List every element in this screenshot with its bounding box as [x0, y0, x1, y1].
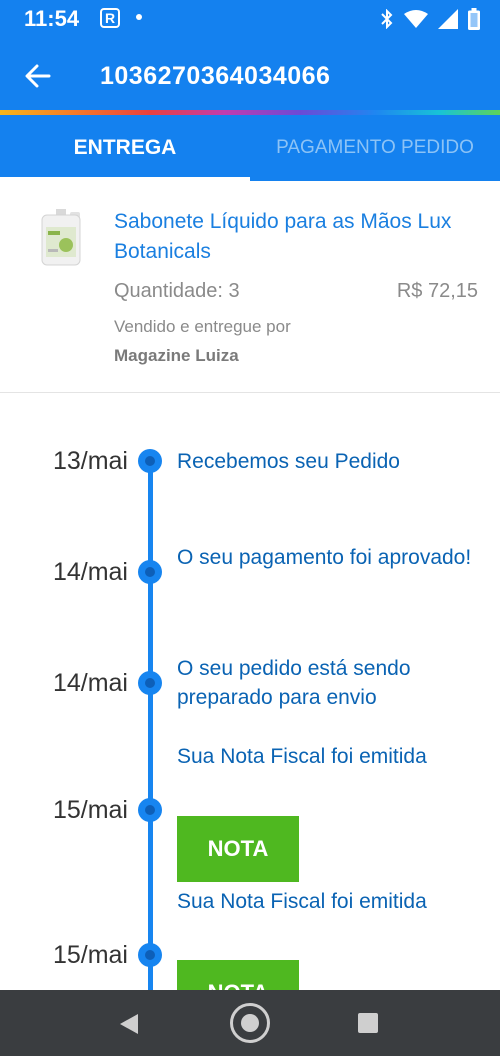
tab-entrega[interactable]: ENTREGA	[0, 115, 250, 181]
signal-icon	[438, 9, 458, 29]
product-thumbnail	[41, 209, 81, 266]
status-time: 11:54	[24, 6, 80, 31]
back-arrow-icon	[25, 64, 51, 88]
notification-dot-icon	[136, 14, 142, 20]
event-date: 15/mai	[52, 796, 128, 824]
product-name[interactable]: Sabonete Líquido para as Mãos Lux Botani…	[114, 207, 484, 267]
timeline-dot-icon	[138, 449, 162, 473]
event-text: O seu pedido está sendo preparado para e…	[177, 657, 411, 709]
product-card[interactable]: Sabonete Líquido para as Mãos Lux Botani…	[0, 181, 500, 393]
event-text: O seu pagamento foi aprovado!	[177, 546, 472, 569]
product-price: R$ 72,15	[396, 280, 478, 302]
notification-r-icon: R	[100, 8, 120, 28]
nota-button[interactable]: NOTA	[177, 816, 299, 882]
back-button[interactable]	[22, 60, 54, 92]
bluetooth-icon	[381, 9, 393, 29]
event-date: 15/mai	[52, 941, 128, 969]
timeline-dot-icon	[138, 560, 162, 584]
sold-by-label: Vendido e entregue por	[114, 317, 291, 336]
status-bar: 11:54 R	[0, 0, 500, 40]
product-quantity: Quantidade: 3	[114, 280, 240, 302]
nota-button[interactable]: NOTA	[177, 960, 299, 990]
nav-back-icon[interactable]	[118, 1012, 140, 1036]
event-date: 14/mai	[52, 558, 128, 586]
order-number-title: 1036270364034066	[100, 62, 331, 90]
delivery-timeline: 13/mai Recebemos seu Pedido 14/mai O seu…	[0, 394, 500, 990]
nav-home-icon[interactable]	[230, 1003, 270, 1043]
timeline-dot-icon	[138, 943, 162, 967]
status-icons	[380, 8, 480, 30]
event-date: 14/mai	[52, 669, 128, 697]
system-nav-bar	[0, 990, 500, 1056]
timeline-line	[148, 460, 153, 990]
timeline-dot-icon	[138, 798, 162, 822]
tab-bar: ENTREGA PAGAMENTO PEDIDO	[0, 115, 500, 181]
seller-name: Magazine Luiza	[114, 346, 239, 365]
event-date: 13/mai	[52, 447, 128, 475]
battery-icon	[468, 8, 480, 30]
event-text: Sua Nota Fiscal foi emitida	[177, 745, 427, 768]
app-bar: 1036270364034066	[0, 40, 500, 110]
nav-recent-icon[interactable]	[358, 1013, 378, 1033]
wifi-icon	[404, 10, 428, 28]
event-text: Recebemos seu Pedido	[177, 450, 400, 473]
timeline-dot-icon	[138, 671, 162, 695]
tab-pagamento-pedido[interactable]: PAGAMENTO PEDIDO	[250, 115, 500, 181]
event-text: Sua Nota Fiscal foi emitida	[177, 890, 427, 913]
